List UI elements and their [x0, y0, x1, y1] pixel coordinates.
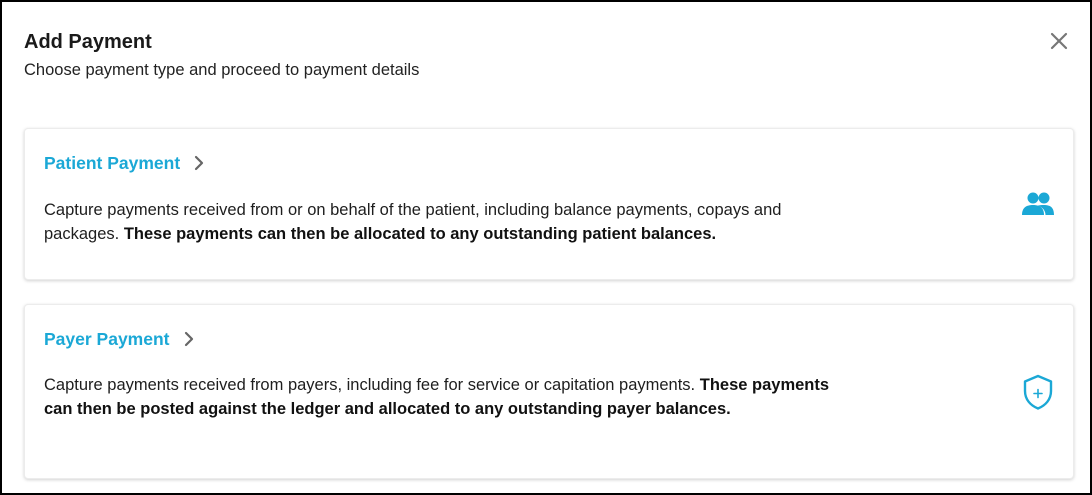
dialog-subtitle: Choose payment type and proceed to payme… — [24, 61, 420, 79]
add-payment-dialog: Add Payment Choose payment type and proc… — [0, 0, 1092, 495]
payer-payment-card[interactable]: Payer Payment Capture payments received … — [24, 304, 1074, 479]
dialog-header: Add Payment Choose payment type and proc… — [24, 30, 419, 81]
people-icon — [1021, 191, 1055, 222]
patient-payment-title: Patient Payment — [44, 153, 181, 173]
patient-payment-desc-bold: These payments can then be allocated to … — [123, 225, 717, 243]
payer-payment-title: Payer Payment — [44, 329, 170, 349]
patient-payment-title-row: Patient Payment — [44, 151, 204, 175]
patient-payment-card[interactable]: Patient Payment Capture payments receive… — [24, 128, 1074, 280]
dialog-title: Add Payment — [24, 31, 152, 53]
chevron-right-icon — [184, 331, 194, 347]
patient-payment-description: Capture payments received from or on beh… — [44, 198, 844, 246]
payer-payment-description: Capture payments received from payers, i… — [44, 373, 844, 421]
close-button[interactable] — [1048, 30, 1070, 52]
chevron-right-icon — [194, 155, 204, 171]
shield-plus-icon — [1021, 373, 1055, 416]
close-icon — [1050, 32, 1068, 50]
payer-payment-desc-plain: Capture payments received from payers, i… — [44, 376, 700, 394]
payer-payment-title-row: Payer Payment — [44, 327, 194, 351]
